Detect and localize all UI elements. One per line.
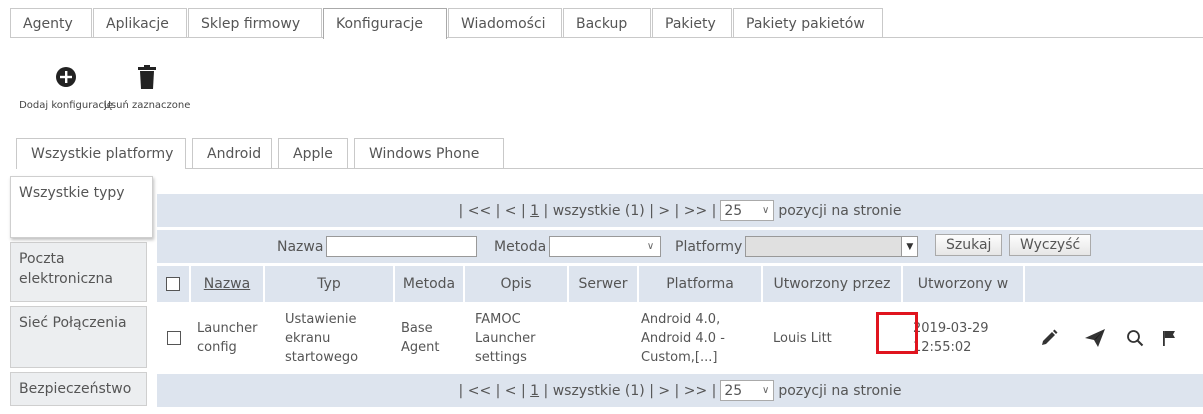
table-row[interactable]: Launcher config Ustawienie ekranu starto… xyxy=(157,302,1203,374)
tab-backup[interactable]: Backup xyxy=(563,8,651,38)
clear-button[interactable]: Wyczyść xyxy=(1009,234,1092,256)
tab-wiadomosci[interactable]: Wiadomości xyxy=(448,8,562,38)
tab-pakiety-pakietow[interactable]: Pakiety pakietów xyxy=(733,8,883,38)
search-button[interactable]: Szukaj xyxy=(935,234,1003,256)
platform-tabs: Wszystkie platformy Android Apple Window… xyxy=(16,138,510,169)
add-configuration-button[interactable]: Dodaj konfigurację xyxy=(18,60,114,111)
trash-icon xyxy=(137,60,157,94)
pencil-icon xyxy=(1042,329,1058,345)
flag-button[interactable] xyxy=(1157,302,1181,374)
cell-description: FAMOC Launcher settings xyxy=(475,311,536,365)
delete-selected-label: Usuń zaznaczone xyxy=(103,100,191,111)
pager-middle[interactable]: | wszystkie (1) | > | >> | xyxy=(544,203,717,219)
cell-name: Launcher config xyxy=(197,321,258,355)
column-header-name[interactable]: Nazwa xyxy=(191,266,265,302)
sidebar-item-all-types[interactable]: Wszystkie typy xyxy=(10,176,153,238)
cell-server xyxy=(569,302,629,374)
pager-suffix: pozycji na stronie xyxy=(778,202,902,219)
chevron-down-icon: ∨ xyxy=(646,241,655,252)
tab-aplikacje[interactable]: Aplikacje xyxy=(93,8,187,38)
view-button[interactable] xyxy=(1123,302,1147,374)
tab-pakiety[interactable]: Pakiety xyxy=(652,8,732,38)
sidebar-item-network[interactable]: Sieć Połączenia xyxy=(10,306,147,368)
tabs-divider xyxy=(10,37,1203,38)
column-header-type: Typ xyxy=(265,266,395,302)
page-size-select[interactable]: 25 ∨ xyxy=(720,380,775,401)
name-filter-input[interactable] xyxy=(326,236,478,257)
name-filter-label: Nazwa xyxy=(277,238,324,255)
type-sidebar: Wszystkie typy Poczta elektroniczna Sieć… xyxy=(10,176,153,410)
method-filter-select[interactable]: ∨ xyxy=(549,236,662,257)
main-tabs: Agenty Aplikacje Sklep firmowy Konfigura… xyxy=(10,8,884,39)
select-all-checkbox[interactable] xyxy=(166,277,180,291)
send-highlight-box xyxy=(876,312,918,354)
page-size-value: 25 xyxy=(724,382,743,399)
pager-top: | << | < | 1 | wszystkie (1) | > | >> | … xyxy=(157,194,1203,227)
pager-page-link[interactable]: 1 xyxy=(530,383,539,399)
send-button[interactable] xyxy=(1081,302,1109,374)
tab-apple[interactable]: Apple xyxy=(278,138,348,168)
pager-prefix[interactable]: | << | < | xyxy=(459,383,526,399)
tab-android[interactable]: Android xyxy=(192,138,272,168)
pager-middle[interactable]: | wszystkie (1) | > | >> | xyxy=(544,383,717,399)
pager-page-link[interactable]: 1 xyxy=(530,203,539,219)
tab-agenty[interactable]: Agenty xyxy=(10,8,92,38)
row-checkbox[interactable] xyxy=(167,331,181,345)
tab-all-platforms[interactable]: Wszystkie platformy xyxy=(16,138,186,169)
search-icon xyxy=(1127,330,1144,347)
select-all-cell xyxy=(157,266,191,302)
table-header: Nazwa Typ Metoda Opis Serwer Platforma U… xyxy=(157,266,1203,302)
flag-icon xyxy=(1163,331,1175,346)
dropdown-arrow-icon: ▼ xyxy=(901,237,918,256)
page-size-select[interactable]: 25 ∨ xyxy=(720,200,775,221)
column-header-created-by: Utworzony przez xyxy=(763,266,903,302)
column-header-server: Serwer xyxy=(569,266,639,302)
plus-circle-icon xyxy=(55,60,77,94)
tab-konfiguracje[interactable]: Konfiguracje xyxy=(323,8,447,39)
tab-sklep-firmowy[interactable]: Sklep firmowy xyxy=(188,8,322,38)
pager-suffix: pozycji na stronie xyxy=(778,382,902,399)
chevron-down-icon: ∨ xyxy=(762,385,770,396)
cell-platform: Android 4.0, Android 4.0 - Custom,[...] xyxy=(641,311,725,365)
column-header-platform: Platforma xyxy=(639,266,763,302)
add-configuration-label: Dodaj konfigurację xyxy=(19,100,113,111)
toolbar: Dodaj konfigurację Usuń zaznaczone xyxy=(18,60,200,111)
page-size-value: 25 xyxy=(724,202,743,219)
method-filter-label: Metoda xyxy=(494,238,547,255)
column-header-method: Metoda xyxy=(395,266,465,302)
pager-bottom: | << | < | 1 | wszystkie (1) | > | >> | … xyxy=(157,374,1203,407)
edit-button[interactable] xyxy=(1035,302,1063,374)
platform-tabs-divider xyxy=(16,168,1203,169)
chevron-down-icon: ∨ xyxy=(762,205,770,216)
sidebar-item-security[interactable]: Bezpieczeństwo xyxy=(10,372,147,406)
row-checkbox-cell xyxy=(167,302,187,374)
paper-plane-icon xyxy=(1085,329,1105,347)
pager-prefix[interactable]: | << | < | xyxy=(459,203,526,219)
cell-created-at: 2019-03-29 12:55:02 xyxy=(913,321,989,355)
column-header-created-at: Utworzony w xyxy=(903,266,1025,302)
platforms-filter-label: Platformy xyxy=(675,238,743,255)
delete-selected-button[interactable]: Usuń zaznaczone xyxy=(104,60,190,111)
cell-type: Ustawienie ekranu startowego xyxy=(285,311,359,365)
configurations-panel: | << | < | 1 | wszystkie (1) | > | >> | … xyxy=(157,194,1203,407)
cell-created-by: Louis Litt xyxy=(773,330,832,346)
column-header-description: Opis xyxy=(465,266,569,302)
sidebar-item-email[interactable]: Poczta elektroniczna xyxy=(10,242,147,302)
filter-bar: Nazwa Metoda ∨ Platformy ▼ Szukaj Wyczyś… xyxy=(157,230,1203,263)
cell-method: Base Agent xyxy=(401,321,440,355)
tab-windows-phone[interactable]: Windows Phone xyxy=(354,138,504,168)
platforms-filter-select[interactable]: ▼ xyxy=(745,236,919,257)
column-header-actions xyxy=(1025,266,1203,302)
